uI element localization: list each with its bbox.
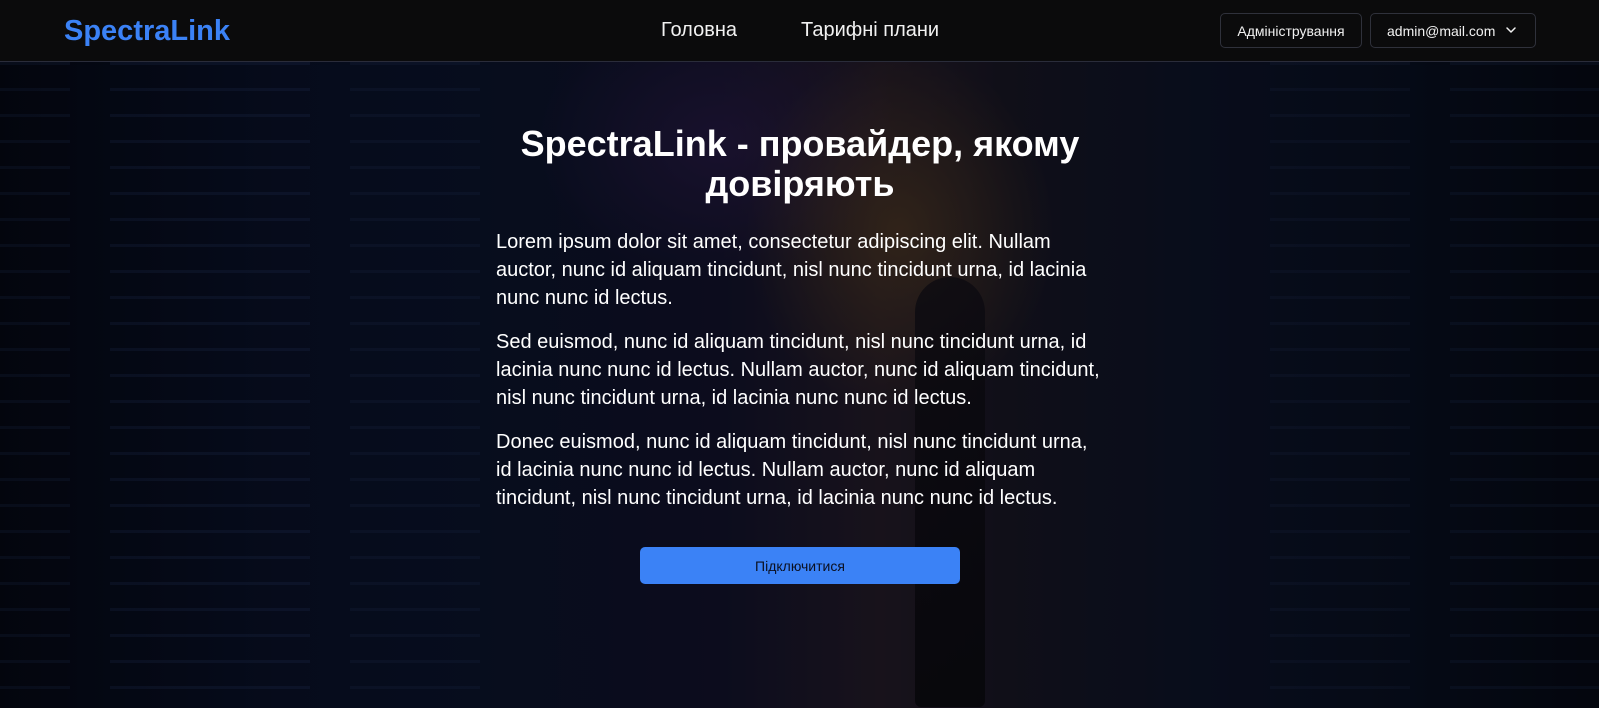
user-email: admin@mail.com [1387, 22, 1496, 39]
top-navbar: SpectraLink Головна Тарифні плани Адміні… [0, 0, 1599, 62]
chevron-down-icon [1506, 27, 1516, 33]
nav-link-plans[interactable]: Тарифні плани [801, 18, 939, 42]
brand-logo[interactable]: SpectraLink [64, 14, 230, 48]
hero-paragraph: Donec euismod, nunc id aliquam tincidunt… [496, 431, 1088, 509]
hero-paragraph: Lorem ipsum dolor sit amet, consectetur … [496, 231, 1087, 309]
connect-button[interactable]: Підключитися [640, 547, 960, 584]
hero-title: SpectraLink - провайдер, якому довіряють [520, 123, 1080, 204]
admin-button[interactable]: Адміністрування [1220, 13, 1362, 48]
hero-paragraph: Sed euismod, nunc id aliquam tincidunt, … [496, 331, 1100, 409]
user-menu-button[interactable]: admin@mail.com [1370, 13, 1536, 48]
nav-link-home[interactable]: Головна [661, 18, 737, 42]
